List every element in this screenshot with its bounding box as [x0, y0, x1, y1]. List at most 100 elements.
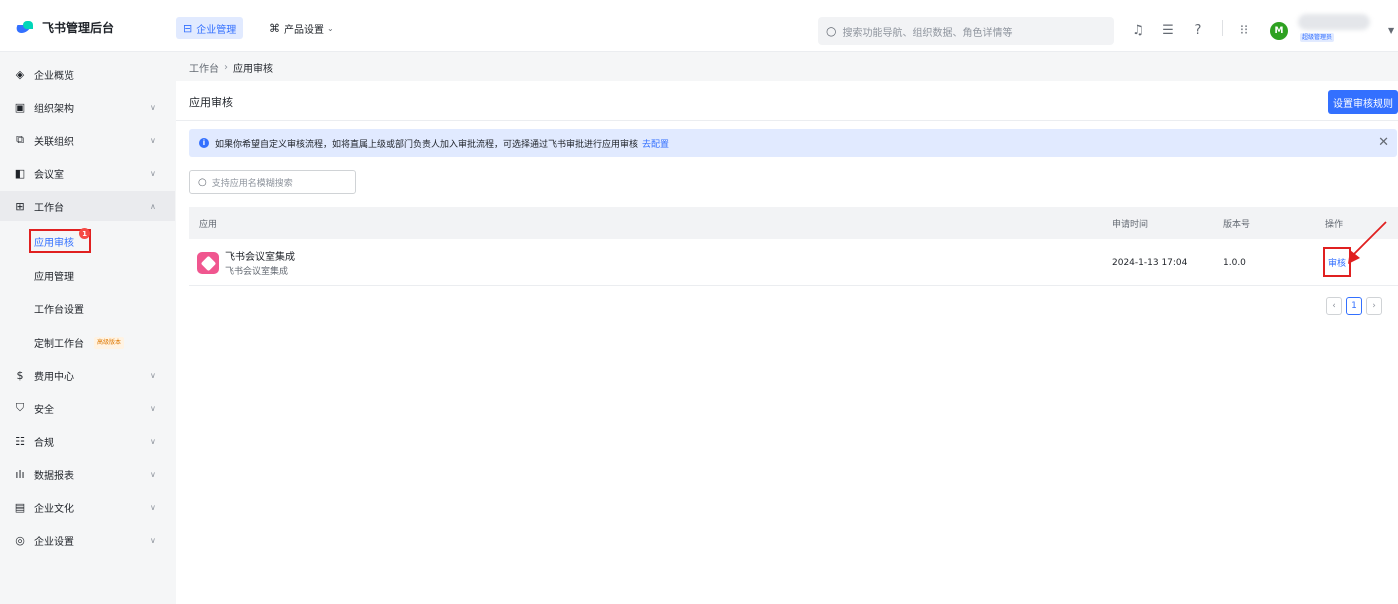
app-name: 飞书会议室集成: [225, 252, 295, 263]
link-org-icon: ⧉: [16, 133, 24, 146]
sidebar-item-label: 企业概览: [34, 70, 74, 82]
help-icon[interactable]: ?: [1190, 22, 1206, 38]
compliance-icon: ☷: [15, 434, 25, 448]
bar-chart-icon: ılı: [15, 467, 25, 481]
column-header-version: 版本号: [1223, 220, 1251, 230]
tab-label: 企业管理: [196, 24, 237, 36]
sidebar-subitem-workbench-settings[interactable]: 工作台设置: [0, 293, 175, 323]
product-settings-icon: ⌘: [269, 21, 280, 35]
chevron-down-icon: ∨: [150, 370, 156, 380]
app-description: 飞书会议室集成: [225, 267, 289, 277]
chevron-up-icon: ∧: [150, 201, 156, 211]
sidebar-item-label: 组织架构: [34, 103, 74, 115]
sidebar-item-label: 安全: [34, 404, 54, 416]
sidebar-item-compliance[interactable]: ☷ 合规 ∨: [0, 426, 175, 456]
sidebar-item-label: 定制工作台: [34, 338, 84, 350]
sidebar-item-label: 企业文化: [34, 503, 74, 515]
headset-icon[interactable]: ♫: [1130, 22, 1146, 38]
sidebar-item-security[interactable]: ⛉ 安全 ∨: [0, 393, 175, 423]
app-search-input[interactable]: ○ 支持应用名模糊搜索: [189, 170, 356, 194]
notification-badge: 1: [79, 228, 90, 239]
breadcrumb-current: 应用审核: [233, 63, 273, 75]
sidebar-subitem-app-management[interactable]: 应用管理: [0, 260, 175, 290]
tab-product-settings[interactable]: ⌘ 产品设置 ⌄: [262, 17, 341, 39]
chevron-right-icon: ›: [224, 61, 228, 73]
chevron-down-icon: ∨: [150, 168, 156, 178]
main-panel: 应用审核 设置审核规则 i 如果你希望自定义审核流程，如将直属上级或部门负责人加…: [176, 81, 1398, 604]
tab-enterprise-management[interactable]: ⊟ 企业管理: [176, 17, 244, 39]
apps-grid-icon[interactable]: ⁝⁝: [1236, 22, 1252, 38]
close-icon[interactable]: ✕: [1378, 135, 1389, 150]
shield-icon: ⛉: [15, 401, 25, 414]
sidebar-subitem-custom-workbench[interactable]: 定制工作台: [0, 327, 175, 357]
org-icon: ▣: [14, 100, 26, 114]
document-icon[interactable]: ☰: [1160, 22, 1176, 38]
top-bar: 飞书管理后台 ⊟ 企业管理 ⌘ 产品设置 ⌄ ○ 搜索功能导航、组织数据、角色详…: [0, 0, 1398, 52]
chevron-down-icon: ∨: [150, 535, 156, 545]
chevron-down-icon: ∨: [150, 469, 156, 479]
sidebar-item-culture[interactable]: ▤ 企业文化 ∨: [0, 492, 175, 522]
column-header-time: 申请时间: [1112, 220, 1149, 230]
toolbar-divider: [1222, 20, 1223, 36]
layers-icon: ◈: [15, 67, 25, 81]
breadcrumb: 工作台 › 应用审核: [176, 53, 1398, 81]
admin-badge: 超级管理员: [1300, 33, 1335, 42]
user-name-redacted: [1298, 14, 1370, 30]
breadcrumb-root[interactable]: 工作台: [189, 60, 219, 75]
enterprise-icon: ⊟: [183, 21, 193, 35]
app-name: 飞书管理后台: [42, 20, 115, 35]
search-icon: ○: [826, 24, 837, 38]
table-row: 飞书会议室集成 飞书会议室集成 2024-1-13 17:04 1.0.0 审核: [189, 239, 1398, 286]
page-number-button[interactable]: 1: [1346, 297, 1362, 315]
sidebar-item-overview[interactable]: ◈ 企业概览: [0, 59, 175, 89]
search-placeholder: 搜索功能导航、组织数据、角色详情等: [842, 27, 1013, 39]
sidebar-item-label: 应用管理: [34, 271, 74, 283]
sidebar-item-label: 费用中心: [34, 371, 74, 383]
chevron-down-icon: ∨: [150, 102, 156, 112]
set-review-rules-button[interactable]: 设置审核规则: [1328, 90, 1398, 114]
sidebar-item-workbench[interactable]: ⊞ 工作台 ∧: [0, 191, 175, 221]
sidebar-item-label: 关联组织: [34, 136, 74, 148]
sidebar-item-data-reports[interactable]: ılı 数据报表 ∨: [0, 459, 175, 489]
app-version: 1.0.0: [1223, 258, 1246, 268]
sidebar-item-enterprise-settings[interactable]: ◎ 企业设置 ∨: [0, 525, 175, 555]
info-icon: i: [199, 138, 209, 148]
annotation-arrow: [1348, 221, 1387, 264]
search-placeholder: 支持应用名模糊搜索: [211, 178, 293, 189]
chevron-down-icon: ⌄: [327, 23, 334, 33]
sidebar-item-label: 会议室: [34, 169, 64, 181]
avatar[interactable]: M: [1270, 22, 1288, 40]
global-search-input[interactable]: ○ 搜索功能导航、组织数据、角色详情等: [818, 17, 1114, 45]
sidebar-item-linked-org[interactable]: ⧉ 关联组织 ∨: [0, 125, 175, 155]
next-page-button[interactable]: ›: [1366, 297, 1382, 315]
search-icon: ○: [198, 176, 207, 188]
sidebar-item-label: 合规: [34, 437, 54, 449]
tab-label: 产品设置: [284, 24, 324, 36]
column-header-app: 应用: [199, 220, 218, 230]
pagination: ‹ 1 ›: [1322, 297, 1382, 315]
notice-text: 如果你希望自定义审核流程，如将直属上级或部门负责人加入审批流程，可选择通过飞书审…: [215, 139, 639, 150]
grid-icon: ⊞: [15, 199, 25, 213]
notice-config-link[interactable]: 去配置: [642, 137, 669, 150]
app-cube-icon: [197, 252, 219, 274]
info-notice: i 如果你希望自定义审核流程，如将直属上级或部门负责人加入审批流程，可选择通过飞…: [189, 129, 1397, 157]
app-logo[interactable]: 飞书管理后台: [14, 18, 115, 36]
table-header: 应用 申请时间 版本号 操作: [189, 207, 1398, 239]
upgrade-tag: 高级版本: [94, 337, 125, 349]
sidebar-item-organization[interactable]: ▣ 组织架构 ∨: [0, 92, 175, 122]
settings-icon: ◎: [15, 533, 25, 547]
sidebar: ◈ 企业概览 ▣ 组织架构 ∨ ⧉ 关联组织 ∨ ◧ 会议室 ∨ ⊞ 工作台 ∧…: [0, 53, 175, 604]
sidebar-item-meeting-room[interactable]: ◧ 会议室 ∨: [0, 158, 175, 188]
sidebar-item-billing[interactable]: $ 费用中心 ∨: [0, 360, 175, 390]
sidebar-item-label: 工作台设置: [34, 304, 84, 316]
culture-icon: ▤: [14, 500, 26, 514]
feishu-logo-icon: [14, 20, 36, 34]
sidebar-item-label: 企业设置: [34, 536, 74, 548]
chevron-down-icon: ∨: [150, 135, 156, 145]
sidebar-item-label: 工作台: [34, 202, 64, 214]
chevron-down-icon: ∨: [150, 502, 156, 512]
prev-page-button[interactable]: ‹: [1326, 297, 1342, 315]
user-menu-chevron-icon[interactable]: ▼: [1388, 26, 1394, 35]
chevron-down-icon: ∨: [150, 436, 156, 446]
chevron-down-icon: ∨: [150, 403, 156, 413]
